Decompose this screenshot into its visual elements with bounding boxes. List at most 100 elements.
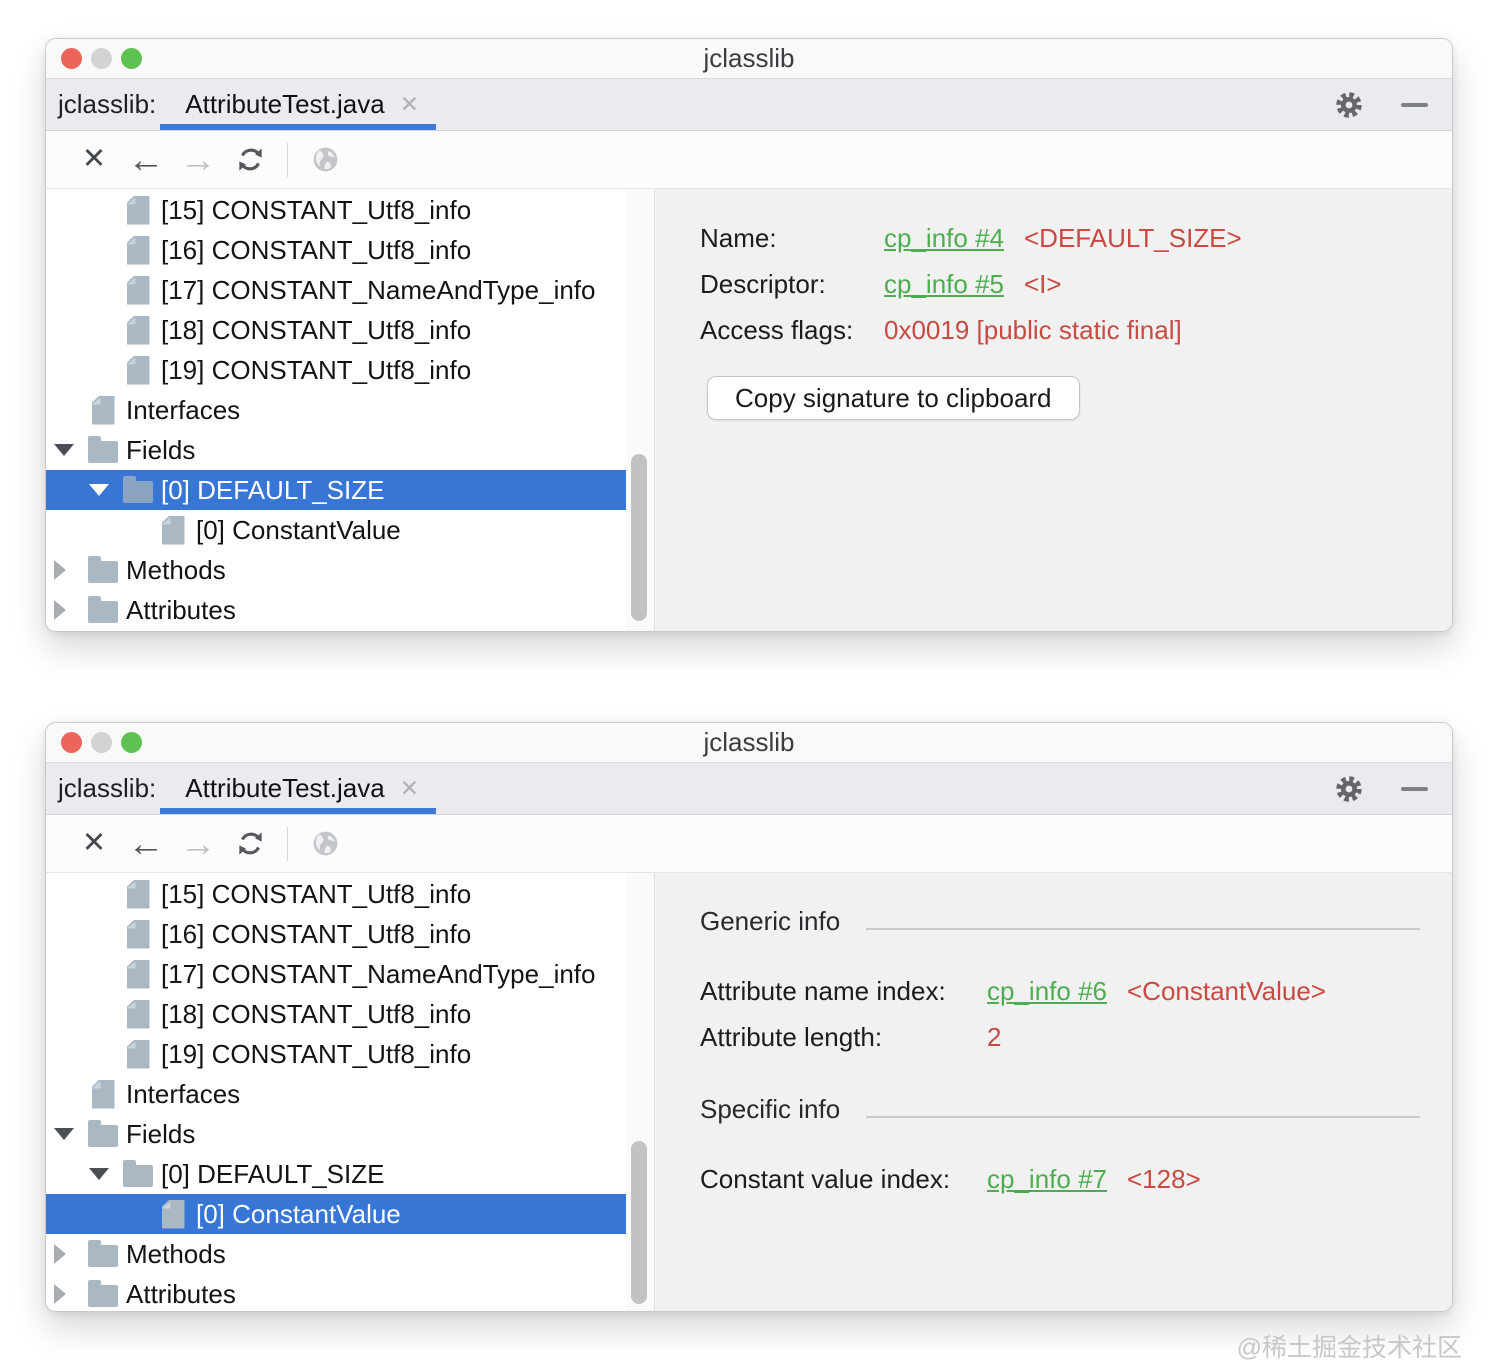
tree-item[interactable]: Methods <box>46 550 626 590</box>
tree-item[interactable]: [0] DEFAULT_SIZE <box>46 1154 626 1194</box>
detail-row-attribute-length: Attribute length: 2 <box>700 1014 1420 1060</box>
tree-item[interactable]: [16] CONSTANT_Utf8_info <box>46 914 626 954</box>
tree-item[interactable]: Interfaces <box>46 1074 626 1114</box>
tree-item[interactable]: [17] CONSTANT_NameAndType_info <box>46 270 626 310</box>
tree-scrollbar-track[interactable] <box>626 873 654 1311</box>
tree-item-label: Attributes <box>126 1279 236 1310</box>
tree-scrollbar-thumb[interactable] <box>631 454 647 621</box>
expander-collapsed-icon[interactable] <box>54 1284 87 1304</box>
tree-item[interactable]: [0] ConstantValue <box>46 1194 626 1234</box>
tab-actions <box>1333 79 1452 130</box>
back-button[interactable]: ← <box>120 141 172 178</box>
titlebar[interactable]: jclasslib <box>46 39 1452 79</box>
detail-label: Attribute name index: <box>700 976 987 1007</box>
document-icon <box>122 196 154 225</box>
tree-item[interactable]: Attributes <box>46 1274 626 1312</box>
settings-gear-icon[interactable] <box>1333 89 1365 121</box>
tree-item-label: [19] CONSTANT_Utf8_info <box>161 355 471 386</box>
folder-icon <box>87 437 119 463</box>
document-icon <box>87 1080 119 1109</box>
tree-item[interactable]: [15] CONSTANT_Utf8_info <box>46 874 626 914</box>
section-rule <box>866 1116 1420 1118</box>
close-window-button[interactable] <box>61 732 82 753</box>
tree-item[interactable]: Interfaces <box>46 390 626 430</box>
detail-value: <128> <box>1127 1164 1201 1195</box>
expander-expanded-icon[interactable] <box>89 484 122 496</box>
tree-item[interactable]: Fields <box>46 1114 626 1154</box>
expander-collapsed-icon[interactable] <box>54 600 87 620</box>
section-title: Specific info <box>700 1094 840 1125</box>
minimize-window-button[interactable] <box>91 48 112 69</box>
expander-expanded-icon[interactable] <box>54 1128 87 1140</box>
tab-bar: jclasslib: AttributeTest.java ✕ <box>46 763 1452 815</box>
minimize-panel-icon[interactable] <box>1401 103 1428 107</box>
titlebar[interactable]: jclasslib <box>46 723 1452 763</box>
tree-item[interactable]: Attributes <box>46 590 626 630</box>
document-icon <box>122 356 154 385</box>
expander-collapsed-icon[interactable] <box>54 1244 87 1264</box>
tree-item-label: [16] CONSTANT_Utf8_info <box>161 919 471 950</box>
close-file-button[interactable]: ✕ <box>68 145 120 174</box>
back-button[interactable]: ← <box>120 825 172 862</box>
tree-item-label: [18] CONSTANT_Utf8_info <box>161 999 471 1030</box>
tree-item[interactable]: [16] CONSTANT_Utf8_info <box>46 230 626 270</box>
folder-icon <box>87 597 119 623</box>
expander-collapsed-icon[interactable] <box>54 560 87 580</box>
settings-gear-icon[interactable] <box>1333 773 1365 805</box>
folder-icon <box>87 1241 119 1267</box>
minimize-window-button[interactable] <box>91 732 112 753</box>
section-specific-info: Specific info <box>700 1089 1420 1129</box>
tab-attributetest[interactable]: AttributeTest.java ✕ <box>160 763 436 814</box>
zoom-window-button[interactable] <box>121 48 142 69</box>
detail-value: <I> <box>1024 269 1062 300</box>
web-globe-icon[interactable] <box>299 145 351 174</box>
tree-scrollbar-track[interactable] <box>626 189 654 631</box>
tree-item[interactable]: [0] DEFAULT_SIZE <box>46 470 626 510</box>
tree-item-label: [15] CONSTANT_Utf8_info <box>161 195 471 226</box>
tree-item[interactable]: [15] CONSTANT_Utf8_info <box>46 190 626 230</box>
tab-attributetest[interactable]: AttributeTest.java ✕ <box>160 79 436 130</box>
web-globe-icon[interactable] <box>299 829 351 858</box>
class-structure-tree: [15] CONSTANT_Utf8_info [16] CONSTANT_Utf… <box>46 189 626 631</box>
tree-item[interactable]: [18] CONSTANT_Utf8_info <box>46 994 626 1034</box>
toolbar-separator <box>287 827 288 861</box>
forward-button[interactable]: → <box>172 141 224 178</box>
tree-item-label: [17] CONSTANT_NameAndType_info <box>161 959 595 990</box>
minimize-panel-icon[interactable] <box>1401 787 1428 791</box>
tree-item[interactable]: [17] CONSTANT_NameAndType_info <box>46 954 626 994</box>
watermark: @稀土掘金技术社区 <box>1237 1328 1462 1364</box>
zoom-window-button[interactable] <box>121 732 142 753</box>
tree-item[interactable]: [19] CONSTANT_Utf8_info <box>46 350 626 390</box>
tree-item[interactable]: [19] CONSTANT_Utf8_info <box>46 1034 626 1074</box>
folder-icon <box>122 1161 154 1187</box>
tree-scrollbar-thumb[interactable] <box>631 1141 647 1304</box>
cp-info-link[interactable]: cp_info #6 <box>987 976 1107 1007</box>
detail-row-access-flags: Access flags: 0x0019 [public static fina… <box>700 307 1422 353</box>
tab-label: AttributeTest.java <box>185 89 384 120</box>
document-icon <box>122 276 154 305</box>
class-structure-tree: [15] CONSTANT_Utf8_info [16] CONSTANT_Utf… <box>46 873 626 1311</box>
reload-icon[interactable] <box>224 828 276 859</box>
tab-close-icon[interactable]: ✕ <box>400 93 419 116</box>
jclasslib-window-field-view: jclasslib jclasslib: AttributeTest.java … <box>45 38 1453 632</box>
cp-info-link[interactable]: cp_info #4 <box>884 223 1004 254</box>
expander-expanded-icon[interactable] <box>54 444 87 456</box>
tab-close-icon[interactable]: ✕ <box>400 777 419 800</box>
toolbar: ✕ ← → <box>46 131 1452 189</box>
tree-item[interactable]: [18] CONSTANT_Utf8_info <box>46 310 626 350</box>
section-rule <box>866 928 1420 930</box>
reload-icon[interactable] <box>224 144 276 175</box>
forward-button[interactable]: → <box>172 825 224 862</box>
tree-item[interactable]: [0] ConstantValue <box>46 510 626 550</box>
expander-expanded-icon[interactable] <box>89 1168 122 1180</box>
tree-item[interactable]: Fields <box>46 430 626 470</box>
close-window-button[interactable] <box>61 48 82 69</box>
tree-item[interactable]: Methods <box>46 1234 626 1274</box>
tree-item-label: [17] CONSTANT_NameAndType_info <box>161 275 595 306</box>
copy-signature-button[interactable]: Copy signature to clipboard <box>707 376 1080 420</box>
document-icon <box>122 1040 154 1069</box>
cp-info-link[interactable]: cp_info #5 <box>884 269 1004 300</box>
tree-item-label: [0] ConstantValue <box>196 1199 401 1230</box>
cp-info-link[interactable]: cp_info #7 <box>987 1164 1107 1195</box>
close-file-button[interactable]: ✕ <box>68 829 120 858</box>
